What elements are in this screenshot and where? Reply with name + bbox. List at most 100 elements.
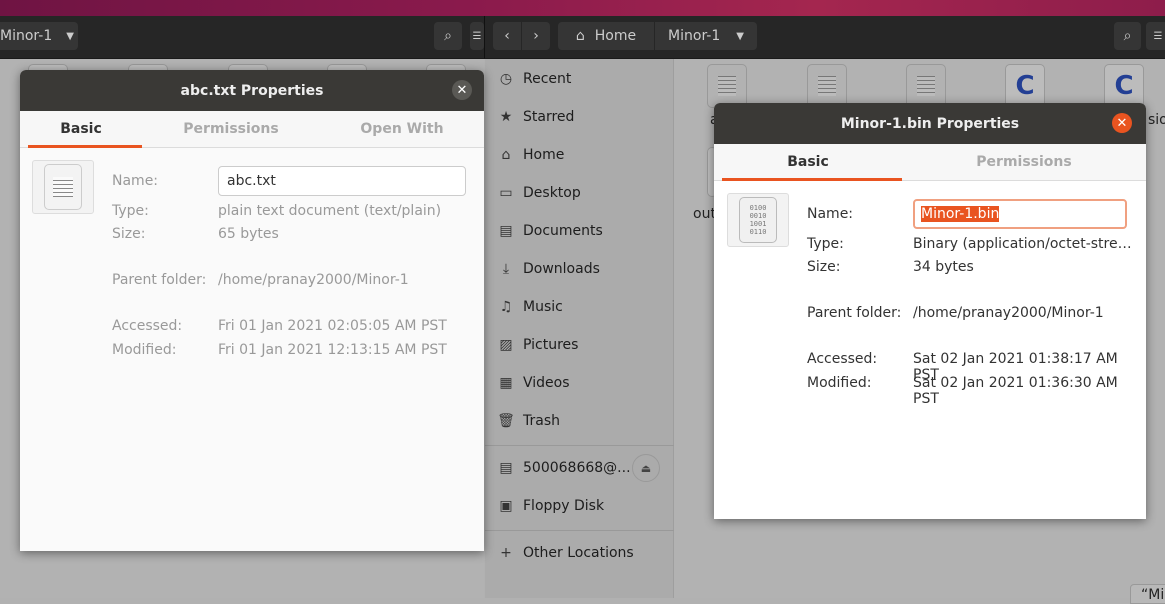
accessed-label: Accessed: <box>807 351 878 367</box>
sidebar-item-home[interactable]: ⌂ Home <box>485 137 674 173</box>
search-button[interactable]: ⌕ <box>1114 22 1141 50</box>
status-overlay: “Mi <box>1130 584 1165 604</box>
dialog-titlebar: abc.txt Properties ✕ <box>20 70 484 111</box>
eject-icon[interactable]: ⏏ <box>632 454 660 482</box>
forward-button[interactable]: › <box>522 22 550 50</box>
sidebar-item-label: Recent <box>523 71 572 87</box>
dialog-title: Minor-1.bin Properties <box>840 115 1020 132</box>
close-button[interactable]: ✕ <box>1112 113 1132 133</box>
file-thumbnail: 0100 0010 1001 0110 <box>727 193 789 247</box>
home-icon: ⌂ <box>501 147 511 163</box>
text-file-icon[interactable] <box>807 64 847 108</box>
size-label: Size: <box>112 226 146 242</box>
name-input[interactable]: abc.txt <box>218 166 466 196</box>
dialog-titlebar: Minor-1.bin Properties ✕ <box>714 103 1146 144</box>
chevron-down-icon: ▼ <box>66 30 74 42</box>
view-list-button[interactable]: ☰ <box>1146 22 1165 50</box>
sidebar-item-music[interactable]: ♫ Music <box>485 289 674 325</box>
accessed-value: Fri 01 Jan 2021 02:05:05 AM PST <box>218 318 447 334</box>
desktop-icon: ▭ <box>499 185 513 201</box>
c-file-icon[interactable]: C <box>1005 64 1045 108</box>
sidebar-item-trash[interactable]: 🗑 Trash <box>485 403 674 439</box>
sidebar-item-label: Desktop <box>523 185 581 201</box>
path-label: Minor-1 <box>0 28 53 44</box>
search-icon: ⌕ <box>444 28 452 44</box>
close-icon: ✕ <box>456 82 468 98</box>
size-value: 65 bytes <box>218 226 279 242</box>
file-label[interactable]: out <box>693 206 716 222</box>
divider <box>485 445 674 446</box>
path-label: Home <box>594 28 637 44</box>
sidebar-item-label: Trash <box>523 413 560 429</box>
modified-value: Sat 02 Jan 2021 01:36:30 AM PST <box>913 375 1118 407</box>
chevron-down-icon: ▼ <box>736 30 744 42</box>
parent-folder-value[interactable]: /home/pranay2000/Minor-1 <box>218 272 409 288</box>
close-button[interactable]: ✕ <box>452 80 472 100</box>
sidebar-item-label: Downloads <box>523 261 600 277</box>
sidebar-item-label: Starred <box>523 109 575 125</box>
search-icon: ⌕ <box>1123 28 1132 44</box>
left-window-headerbar: Minor-1 ▼ ⌕ ☰ <box>0 16 484 59</box>
path-button-home[interactable]: ⌂ Home <box>558 22 654 50</box>
sidebar-item-desktop[interactable]: ▭ Desktop <box>485 175 674 211</box>
bin-properties-dialog: Minor-1.bin Properties ✕ Basic Permissio… <box>714 103 1146 519</box>
tab-permissions[interactable]: Permissions <box>902 144 1146 180</box>
type-label: Type: <box>807 236 844 252</box>
sidebar-item-downloads[interactable]: ⤓ Downloads <box>485 251 674 287</box>
file-label[interactable]: sio <box>1148 112 1165 128</box>
pictures-icon: ▨ <box>499 337 513 353</box>
sidebar-item-floppy-disk[interactable]: ▣ Floppy Disk <box>485 488 674 524</box>
sidebar-item-videos[interactable]: ▦ Videos <box>485 365 674 401</box>
server-icon: ▤ <box>499 460 513 476</box>
c-file-icon[interactable]: C <box>1104 64 1144 108</box>
tab-permissions[interactable]: Permissions <box>142 111 320 147</box>
home-icon: ⌂ <box>575 28 585 44</box>
list-icon: ☰ <box>1153 30 1163 42</box>
abc-properties-dialog: abc.txt Properties ✕ Basic Permissions O… <box>20 70 484 551</box>
tab-bar: Basic Permissions Open With <box>20 111 484 148</box>
list-icon: ☰ <box>472 30 482 42</box>
sidebar-item-label: Videos <box>523 375 570 391</box>
sidebar-item-pictures[interactable]: ▨ Pictures <box>485 327 674 363</box>
path-button-minor-1[interactable]: Minor-1 ▼ <box>0 22 78 50</box>
tab-open-with[interactable]: Open With <box>320 111 484 147</box>
view-list-button[interactable]: ☰ <box>470 22 484 50</box>
sidebar-item-label: Music <box>523 299 563 315</box>
star-icon: ★ <box>499 109 513 125</box>
name-label: Name: <box>112 173 159 189</box>
sidebar-item-documents[interactable]: ▤ Documents <box>485 213 674 249</box>
close-icon: ✕ <box>1116 115 1128 131</box>
sidebar-item-label: Home <box>523 147 565 163</box>
sidebar-item-starred[interactable]: ★ Starred <box>485 99 674 135</box>
text-file-icon[interactable] <box>906 64 946 108</box>
music-icon: ♫ <box>499 299 513 315</box>
path-label: Minor-1 <box>668 28 721 44</box>
sidebar-item-network-drive[interactable]: ▤ 500068668@... ⏏ <box>485 450 674 486</box>
tab-basic[interactable]: Basic <box>20 111 142 148</box>
tab-basic[interactable]: Basic <box>714 144 902 181</box>
selected-text: Minor-1.bin <box>921 206 1000 222</box>
dialog-title: abc.txt Properties <box>180 82 324 99</box>
sidebar-item-label: Floppy Disk <box>523 498 605 514</box>
file-thumbnail <box>32 160 94 214</box>
text-file-icon[interactable] <box>707 64 747 108</box>
tab-bar: Basic Permissions <box>714 144 1146 181</box>
text-file-icon <box>44 164 82 210</box>
sidebar-item-label: Other Locations <box>523 545 634 561</box>
clock-icon: ◷ <box>499 71 513 87</box>
modified-value: Fri 01 Jan 2021 12:13:15 AM PST <box>218 342 447 358</box>
path-button-minor-1[interactable]: Minor-1 ▼ <box>655 22 757 50</box>
search-button[interactable]: ⌕ <box>434 22 462 50</box>
right-window-headerbar: ‹ › ⌂ Home Minor-1 ▼ ⌕ ☰ <box>484 16 1165 59</box>
parent-folder-value[interactable]: /home/pranay2000/Minor-1 <box>913 305 1104 321</box>
sidebar-item-other-locations[interactable]: + Other Locations <box>485 535 674 571</box>
floppy-icon: ▣ <box>499 498 513 514</box>
name-input[interactable]: Minor-1.bin <box>913 199 1127 229</box>
trash-icon: 🗑 <box>497 413 515 429</box>
sidebar: ▤ 500068668@... ⏏ ▣ Floppy Disk + Other Loc… <box>485 59 674 598</box>
sidebar-item-recent[interactable]: ◷ Recent <box>485 61 674 97</box>
back-button[interactable]: ‹ <box>493 22 521 50</box>
parent-folder-label: Parent folder: <box>807 305 902 321</box>
video-icon: ▦ <box>499 375 513 391</box>
modified-label: Modified: <box>112 342 177 358</box>
